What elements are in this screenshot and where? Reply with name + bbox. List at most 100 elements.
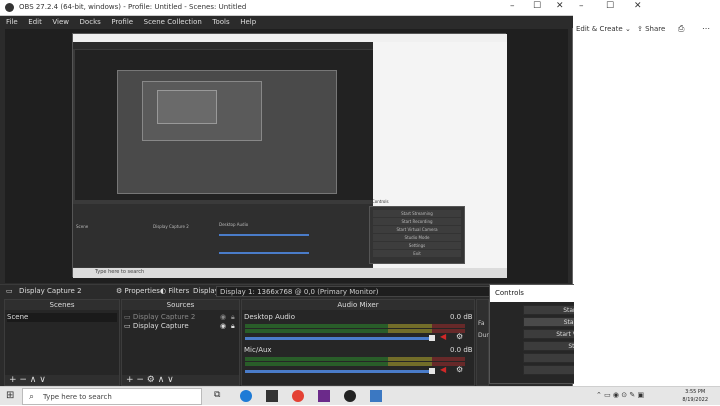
source-item[interactable]: ▭ Display Capture 2 ◉ 🔒︎: [124, 313, 238, 322]
volume-slider[interactable]: [245, 337, 431, 340]
share-button[interactable]: ⇪ Share: [637, 25, 665, 33]
monitor-icon: ▭: [6, 287, 13, 295]
mixer-title: Audio Mixer: [242, 300, 474, 310]
menu-tools[interactable]: Tools: [212, 16, 229, 28]
minimize-icon[interactable]: –: [579, 1, 584, 11]
menu-profile[interactable]: Profile: [111, 16, 133, 28]
close-icon[interactable]: ✕: [634, 1, 642, 11]
maximize-icon[interactable]: ☐: [533, 1, 541, 11]
nested-preview: [75, 50, 373, 200]
search-icon: ⌕: [29, 392, 35, 402]
visibility-eye-icon[interactable]: ◉: [220, 322, 226, 331]
window-title: OBS 27.2.4 (64-bit, windows) - Profile: …: [19, 3, 247, 11]
minimize-icon[interactable]: –: [510, 1, 515, 11]
nested-control-button: Studio Mode: [373, 234, 461, 241]
obs-logo-icon: [5, 3, 14, 12]
menu-file[interactable]: File: [6, 16, 18, 28]
nested-control-button: Start Virtual Camera: [373, 226, 461, 233]
system-tray-icons[interactable]: ⌃ ▭ ◉ ⊙ ✎ ▣: [596, 391, 644, 399]
sources-footer-controls[interactable]: + − ⚙ ∧ ∨: [122, 375, 239, 385]
edit-create-label: Edit & Create: [576, 25, 623, 33]
lock-icon[interactable]: 🔒︎: [231, 313, 235, 322]
scenes-footer-buttons[interactable]: + − ∧ ∨: [9, 375, 46, 385]
nested-inner-capture-2: [142, 81, 262, 141]
photos-icon[interactable]: [370, 390, 382, 402]
windows-taskbar: ⊞ ⌕ Type here to search ⧉ ⌃ ▭ ◉ ⊙ ✎ ▣ 3:…: [0, 386, 720, 405]
nested-volume-slider: [219, 234, 309, 236]
menu-bar: File Edit View Docks Profile Scene Colle…: [0, 16, 573, 28]
premiere-icon[interactable]: [318, 390, 330, 402]
visibility-eye-icon[interactable]: ◉: [220, 313, 226, 322]
sources-dock: Sources ▭ Display Capture 2 ◉ 🔒︎ ▭ Displ…: [121, 299, 240, 386]
nested-audio-label: Desktop Audio: [219, 222, 249, 227]
nested-volume-slider-2: [219, 252, 309, 254]
gear-icon[interactable]: ⚙: [456, 333, 464, 341]
taskbar-search-input[interactable]: ⌕ Type here to search: [22, 388, 202, 405]
title-bar: OBS 27.2.4 (64-bit, windows) - Profile: …: [0, 0, 573, 16]
taskbar-clock[interactable]: 3:55 PM 8/19/2022: [682, 388, 708, 404]
menu-edit[interactable]: Edit: [28, 16, 42, 28]
channel-level: 0.0 dB: [450, 313, 473, 321]
volume-slider-handle[interactable]: [429, 368, 435, 374]
close-icon[interactable]: ✕: [556, 1, 564, 11]
volume-slider-handle[interactable]: [429, 335, 435, 341]
gear-icon[interactable]: ⚙: [456, 366, 464, 374]
nested-title-bar: [73, 34, 507, 42]
menu-help[interactable]: Help: [240, 16, 256, 28]
nested-inner-capture: [117, 70, 337, 194]
speaker-icon[interactable]: ◀: [440, 366, 448, 374]
nested-control-button: Exit: [373, 250, 461, 257]
share-label: Share: [645, 25, 666, 33]
monitor-icon: ▭: [124, 313, 133, 321]
audio-meter: [245, 324, 465, 328]
channel-name: Mic/Aux: [244, 346, 272, 354]
speaker-icon[interactable]: ◀: [440, 333, 448, 341]
chrome-icon[interactable]: [292, 390, 304, 402]
volume-slider[interactable]: [245, 370, 431, 373]
nested-docks: Scene Display Capture 2 Desktop Audio: [73, 204, 373, 267]
scenes-title: Scenes: [5, 300, 119, 310]
menu-docks[interactable]: Docks: [80, 16, 101, 28]
transition-fade-label: Fa: [478, 320, 485, 327]
nested-controls-dock: Controls Start Streaming Start Recording…: [369, 199, 465, 264]
chevron-down-icon: ⌄: [624, 25, 631, 33]
obs-icon[interactable]: [344, 390, 356, 402]
source-item-label: Display Capture 2: [132, 313, 196, 321]
scenes-dock: Scenes Scene + − ∧ ∨: [4, 299, 120, 386]
more-icon[interactable]: ⋯: [702, 24, 710, 33]
store-icon[interactable]: [266, 390, 278, 402]
menu-scene-collection[interactable]: Scene Collection: [144, 16, 202, 28]
source-toolbar: ▭ Display Capture 2 ⚙ Properties ◐ Filte…: [0, 284, 573, 298]
transition-duration-label: Dur: [478, 332, 489, 339]
obs-window: OBS 27.2.4 (64-bit, windows) - Profile: …: [0, 0, 573, 386]
nested-menu-bar: [73, 42, 373, 49]
edit-create-button[interactable]: Edit & Create ⌄: [576, 25, 631, 33]
channel-name: Desktop Audio: [244, 313, 295, 321]
scenes-footer-controls[interactable]: + − ∧ ∨: [5, 375, 119, 385]
lock-icon[interactable]: 🔒︎: [231, 322, 235, 331]
properties-button[interactable]: ⚙ Properties: [116, 287, 160, 295]
display-label: Display: [193, 287, 219, 295]
filters-button[interactable]: ◐ Filters: [160, 287, 189, 295]
clock-date: 8/19/2022: [682, 397, 708, 403]
sources-footer-buttons[interactable]: + − ⚙ ∧ ∨: [126, 375, 174, 385]
audio-meter: [245, 357, 465, 361]
maximize-icon[interactable]: ☐: [606, 1, 614, 11]
properties-label: Properties: [124, 287, 160, 295]
edge-icon[interactable]: [240, 390, 252, 402]
monitor-icon: ▭: [124, 322, 133, 330]
windows-start-icon[interactable]: ⊞: [6, 390, 18, 402]
task-view-icon[interactable]: ⧉: [214, 390, 226, 402]
nested-control-button: Settings: [373, 242, 461, 249]
browser-window: – ☐ ✕ Edit & Create ⌄ ⇪ Share ⎙ ⋯: [574, 0, 720, 386]
scene-item[interactable]: Scene: [7, 313, 117, 322]
print-icon[interactable]: ⎙: [678, 24, 684, 34]
nested-search: Type here to search: [95, 269, 145, 275]
display-select[interactable]: Display 1: 1366x768 @ 0,0 (Primary Monit…: [216, 286, 491, 297]
selected-source-name: Display Capture 2: [19, 287, 82, 295]
audio-meter: [245, 362, 465, 366]
source-item[interactable]: ▭ Display Capture ◉ 🔒︎: [124, 322, 238, 331]
menu-view[interactable]: View: [52, 16, 69, 28]
source-item-label: Display Capture: [132, 322, 189, 330]
taskbar-search-placeholder: Type here to search: [43, 393, 112, 401]
